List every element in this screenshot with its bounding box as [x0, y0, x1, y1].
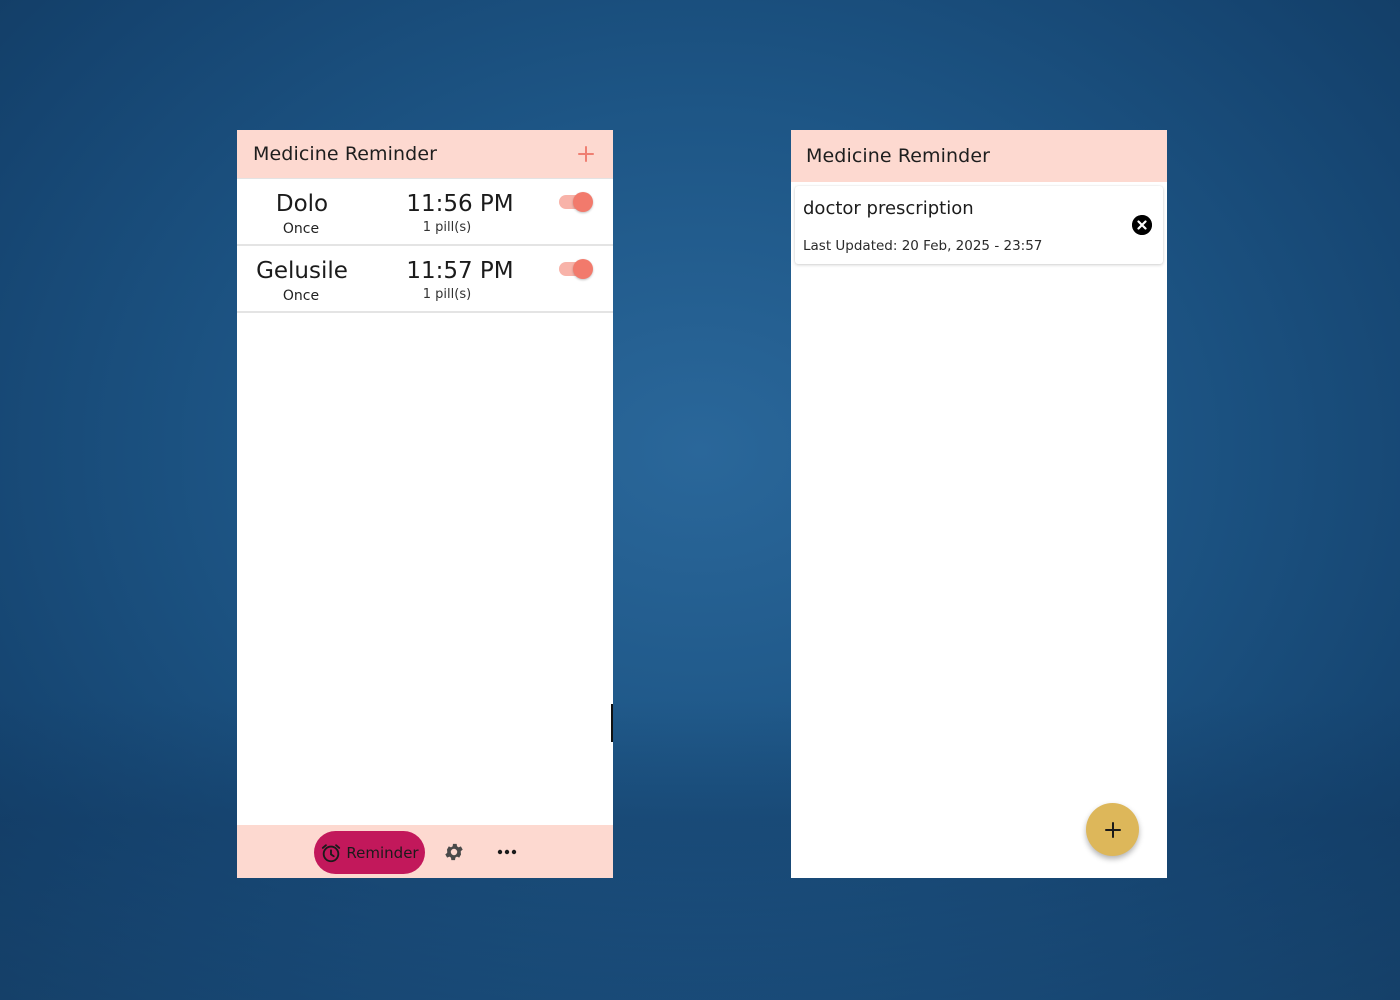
medicine-frequency: Once [282, 288, 320, 304]
add-reminder-plus-icon[interactable] [577, 145, 595, 163]
reminder-time: 11:57 PM [406, 258, 514, 284]
medicine-dose: 1 pill(s) [422, 287, 472, 302]
medicine-name: Dolo [275, 191, 329, 217]
reminder-screen: Medicine Reminder Dolo Once 11:56 PM 1 p… [237, 130, 613, 878]
reminder-toggle[interactable] [559, 192, 593, 212]
plus-icon [1104, 821, 1121, 838]
note-last-updated: Last Updated: 20 Feb, 2025 - 23:57 [803, 238, 1043, 254]
notes-screen: Medicine Reminder doctor prescription La… [791, 130, 1167, 878]
prescription-note-card[interactable]: doctor prescription Last Updated: 20 Feb… [795, 186, 1163, 264]
app-bar: Medicine Reminder [791, 130, 1167, 182]
medicine-frequency: Once [282, 221, 320, 237]
alarm-clock-icon [322, 843, 341, 862]
reminder-toggle[interactable] [559, 259, 593, 279]
scrollbar-thumb[interactable] [611, 704, 613, 742]
toggle-knob [573, 259, 593, 279]
app-title: Medicine Reminder [806, 145, 991, 167]
medicine-dose: 1 pill(s) [422, 220, 472, 235]
reminder-row[interactable]: Gelusile Once 11:57 PM 1 pill(s) [237, 246, 613, 313]
close-circle-icon[interactable] [1132, 215, 1152, 235]
toggle-knob [573, 192, 593, 212]
medicine-name: Gelusile [256, 258, 348, 284]
add-note-button[interactable] [1086, 803, 1139, 856]
gear-icon[interactable] [443, 841, 465, 863]
note-title: doctor prescription [803, 198, 974, 219]
app-title: Medicine Reminder [253, 143, 438, 165]
app-bar: Medicine Reminder [237, 130, 613, 179]
reminder-row[interactable]: Dolo Once 11:56 PM 1 pill(s) [237, 179, 613, 246]
background-floor [0, 700, 1400, 1000]
more-horizontal-icon[interactable] [496, 842, 518, 862]
nav-reminder-tab[interactable]: Reminder [314, 831, 425, 874]
nav-reminder-label: Reminder [346, 843, 419, 862]
reminder-list: Dolo Once 11:56 PM 1 pill(s) Gelusile On… [237, 179, 613, 313]
reminder-time: 11:56 PM [406, 191, 514, 217]
bottom-navigation: Reminder [237, 825, 613, 878]
